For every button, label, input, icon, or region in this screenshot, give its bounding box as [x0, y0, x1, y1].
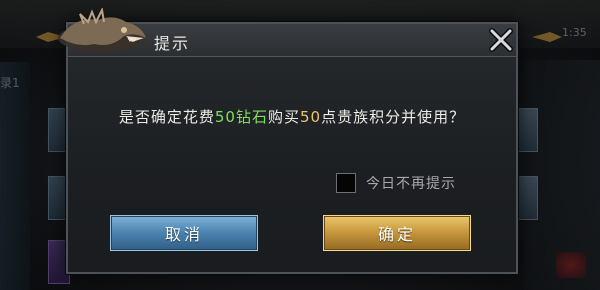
background-badge [556, 252, 586, 278]
confirm-message: 是否确定花费50钻石购买50点贵族积分并使用？ [68, 106, 516, 127]
background-item-card [516, 176, 538, 220]
noble-points-amount: 50 [300, 108, 322, 126]
confirm-button[interactable]: 确定 [323, 215, 471, 251]
close-icon [489, 28, 513, 52]
dont-remind-today-toggle[interactable]: 今日不再提示 [336, 172, 456, 194]
background-side-label: 录1 [0, 76, 20, 90]
message-middle: 购买 [267, 108, 300, 126]
dialog-title: 提示 [154, 34, 191, 53]
background-item-card [516, 108, 538, 152]
background-left-panel [0, 62, 30, 290]
message-prefix: 是否确定花费 [118, 108, 215, 126]
background-clock: 1:35 [562, 26, 587, 39]
cancel-button[interactable]: 取消 [110, 215, 258, 251]
game-screen: 录1 1:35 提示 是否确定花费50钻石购买50点贵族积分并使用？ 今日不再提… [0, 0, 600, 290]
prompt-dialog: 提示 是否确定花费50钻石购买50点贵族积分并使用？ 今日不再提示 取消 确定 [58, 8, 518, 274]
close-button[interactable] [488, 27, 514, 53]
dont-remind-label: 今日不再提示 [366, 176, 456, 192]
gold-wing-right-icon [532, 32, 562, 42]
diamond-cost: 50钻石 [214, 108, 268, 126]
dont-remind-checkbox[interactable] [336, 173, 356, 193]
message-suffix: 点贵族积分并使用？ [321, 108, 466, 126]
dragon-emblem-icon [58, 8, 146, 52]
